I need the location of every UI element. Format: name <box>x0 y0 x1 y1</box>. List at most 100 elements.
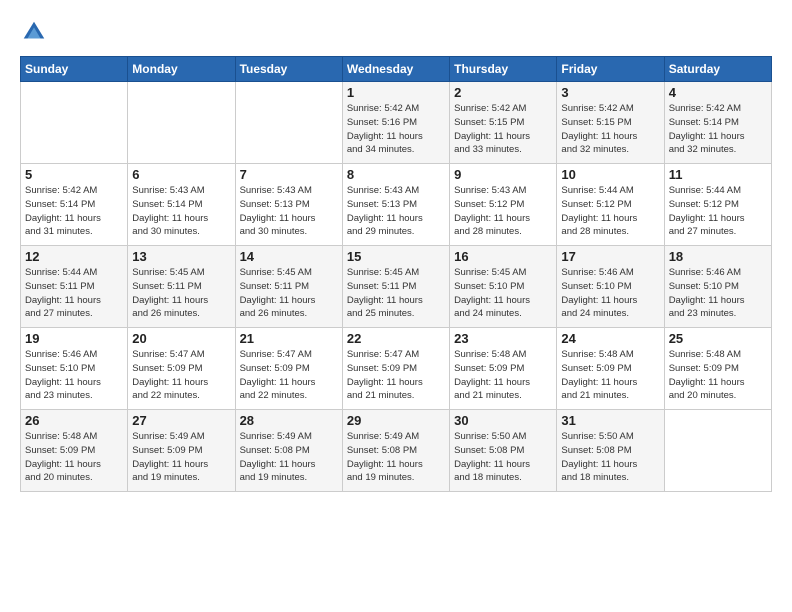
weekday-header-wednesday: Wednesday <box>342 57 449 82</box>
cell-day-number: 9 <box>454 167 552 182</box>
cell-day-number: 17 <box>561 249 659 264</box>
calendar-cell: 12 Sunrise: 5:44 AM Sunset: 5:11 PM Dayli… <box>21 246 128 328</box>
cell-info: Sunrise: 5:43 AM Sunset: 5:13 PM Dayligh… <box>347 184 445 239</box>
calendar-cell: 14Sunrise: 5:45 AM Sunset: 5:11 PM Dayli… <box>235 246 342 328</box>
cell-day-number: 28 <box>240 413 338 428</box>
cell-day-number: 31 <box>561 413 659 428</box>
logo <box>20 18 52 46</box>
cell-info: Sunrise: 5:44 AM Sunset: 5:12 PM Dayligh… <box>669 184 767 239</box>
cell-day-number: 15 <box>347 249 445 264</box>
cell-info: Sunrise: 5:50 AM Sunset: 5:08 PM Dayligh… <box>561 430 659 485</box>
calendar-header: SundayMondayTuesdayWednesdayThursdayFrid… <box>21 57 772 82</box>
cell-day-number: 23 <box>454 331 552 346</box>
cell-day-number: 7 <box>240 167 338 182</box>
calendar-cell: 20Sunrise: 5:47 AM Sunset: 5:09 PM Dayli… <box>128 328 235 410</box>
cell-info: Sunrise: 5:45 AM Sunset: 5:11 PM Dayligh… <box>132 266 230 321</box>
cell-info: Sunrise: 5:42 AM Sunset: 5:14 PM Dayligh… <box>669 102 767 157</box>
cell-day-number: 27 <box>132 413 230 428</box>
cell-day-number: 2 <box>454 85 552 100</box>
cell-day-number: 18 <box>669 249 767 264</box>
calendar-body: 1Sunrise: 5:42 AM Sunset: 5:16 PM Daylig… <box>21 82 772 492</box>
calendar-cell: 15 Sunrise: 5:45 AM Sunset: 5:11 PM Dayli… <box>342 246 449 328</box>
weekday-header-tuesday: Tuesday <box>235 57 342 82</box>
calendar-cell: 7 Sunrise: 5:43 AM Sunset: 5:13 PM Daylig… <box>235 164 342 246</box>
cell-info: Sunrise: 5:48 AM Sunset: 5:09 PM Dayligh… <box>669 348 767 403</box>
cell-info: Sunrise: 5:49 AM Sunset: 5:09 PM Dayligh… <box>132 430 230 485</box>
cell-info: Sunrise: 5:42 AM Sunset: 5:16 PM Dayligh… <box>347 102 445 157</box>
weekday-header-monday: Monday <box>128 57 235 82</box>
cell-info: Sunrise: 5:42 AM Sunset: 5:14 PM Dayligh… <box>25 184 123 239</box>
page: SundayMondayTuesdayWednesdayThursdayFrid… <box>0 0 792 612</box>
calendar-cell: 21 Sunrise: 5:47 AM Sunset: 5:09 PM Dayli… <box>235 328 342 410</box>
cell-info: Sunrise: 5:44 AM Sunset: 5:11 PM Dayligh… <box>25 266 123 321</box>
weekday-header-thursday: Thursday <box>450 57 557 82</box>
cell-info: Sunrise: 5:47 AM Sunset: 5:09 PM Dayligh… <box>240 348 338 403</box>
weekday-row: SundayMondayTuesdayWednesdayThursdayFrid… <box>21 57 772 82</box>
cell-info: Sunrise: 5:45 AM Sunset: 5:11 PM Dayligh… <box>347 266 445 321</box>
calendar-cell <box>664 410 771 492</box>
cell-info: Sunrise: 5:50 AM Sunset: 5:08 PM Dayligh… <box>454 430 552 485</box>
cell-day-number: 29 <box>347 413 445 428</box>
calendar-cell: 2Sunrise: 5:42 AM Sunset: 5:15 PM Daylig… <box>450 82 557 164</box>
cell-day-number: 8 <box>347 167 445 182</box>
cell-info: Sunrise: 5:46 AM Sunset: 5:10 PM Dayligh… <box>25 348 123 403</box>
cell-day-number: 10 <box>561 167 659 182</box>
calendar-cell: 23 Sunrise: 5:48 AM Sunset: 5:09 PM Dayli… <box>450 328 557 410</box>
cell-day-number: 16 <box>454 249 552 264</box>
calendar-cell: 3 Sunrise: 5:42 AM Sunset: 5:15 PM Daylig… <box>557 82 664 164</box>
cell-info: Sunrise: 5:43 AM Sunset: 5:13 PM Dayligh… <box>240 184 338 239</box>
calendar-week-4: 19 Sunrise: 5:46 AM Sunset: 5:10 PM Dayli… <box>21 328 772 410</box>
cell-day-number: 6 <box>132 167 230 182</box>
weekday-header-sunday: Sunday <box>21 57 128 82</box>
cell-info: Sunrise: 5:47 AM Sunset: 5:09 PM Dayligh… <box>347 348 445 403</box>
calendar-cell <box>128 82 235 164</box>
calendar-cell: 26 Sunrise: 5:48 AM Sunset: 5:09 PM Dayli… <box>21 410 128 492</box>
calendar-cell: 9 Sunrise: 5:43 AM Sunset: 5:12 PM Daylig… <box>450 164 557 246</box>
calendar-cell: 29 Sunrise: 5:49 AM Sunset: 5:08 PM Dayli… <box>342 410 449 492</box>
cell-info: Sunrise: 5:49 AM Sunset: 5:08 PM Dayligh… <box>347 430 445 485</box>
cell-info: Sunrise: 5:42 AM Sunset: 5:15 PM Dayligh… <box>561 102 659 157</box>
calendar-cell: 30 Sunrise: 5:50 AM Sunset: 5:08 PM Dayli… <box>450 410 557 492</box>
cell-day-number: 11 <box>669 167 767 182</box>
cell-day-number: 19 <box>25 331 123 346</box>
cell-day-number: 26 <box>25 413 123 428</box>
calendar-cell: 17 Sunrise: 5:46 AM Sunset: 5:10 PM Dayli… <box>557 246 664 328</box>
cell-day-number: 5 <box>25 167 123 182</box>
calendar-cell: 28 Sunrise: 5:49 AM Sunset: 5:08 PM Dayli… <box>235 410 342 492</box>
calendar-cell: 10Sunrise: 5:44 AM Sunset: 5:12 PM Dayli… <box>557 164 664 246</box>
header <box>20 18 772 46</box>
cell-day-number: 4 <box>669 85 767 100</box>
calendar-week-5: 26 Sunrise: 5:48 AM Sunset: 5:09 PM Dayli… <box>21 410 772 492</box>
calendar-cell: 1Sunrise: 5:42 AM Sunset: 5:16 PM Daylig… <box>342 82 449 164</box>
calendar-cell: 8 Sunrise: 5:43 AM Sunset: 5:13 PM Daylig… <box>342 164 449 246</box>
cell-info: Sunrise: 5:43 AM Sunset: 5:12 PM Dayligh… <box>454 184 552 239</box>
cell-info: Sunrise: 5:49 AM Sunset: 5:08 PM Dayligh… <box>240 430 338 485</box>
calendar-cell: 27 Sunrise: 5:49 AM Sunset: 5:09 PM Dayli… <box>128 410 235 492</box>
cell-info: Sunrise: 5:48 AM Sunset: 5:09 PM Dayligh… <box>454 348 552 403</box>
calendar-cell <box>235 82 342 164</box>
cell-day-number: 22 <box>347 331 445 346</box>
calendar-cell: 5 Sunrise: 5:42 AM Sunset: 5:14 PM Daylig… <box>21 164 128 246</box>
calendar-week-2: 5 Sunrise: 5:42 AM Sunset: 5:14 PM Daylig… <box>21 164 772 246</box>
cell-day-number: 30 <box>454 413 552 428</box>
cell-info: Sunrise: 5:46 AM Sunset: 5:10 PM Dayligh… <box>561 266 659 321</box>
cell-info: Sunrise: 5:48 AM Sunset: 5:09 PM Dayligh… <box>561 348 659 403</box>
calendar-week-3: 12 Sunrise: 5:44 AM Sunset: 5:11 PM Dayli… <box>21 246 772 328</box>
cell-day-number: 3 <box>561 85 659 100</box>
calendar-cell: 18Sunrise: 5:46 AM Sunset: 5:10 PM Dayli… <box>664 246 771 328</box>
calendar-cell: 22 Sunrise: 5:47 AM Sunset: 5:09 PM Dayli… <box>342 328 449 410</box>
calendar-cell <box>21 82 128 164</box>
cell-day-number: 25 <box>669 331 767 346</box>
calendar: SundayMondayTuesdayWednesdayThursdayFrid… <box>20 56 772 492</box>
calendar-cell: 19 Sunrise: 5:46 AM Sunset: 5:10 PM Dayli… <box>21 328 128 410</box>
cell-info: Sunrise: 5:48 AM Sunset: 5:09 PM Dayligh… <box>25 430 123 485</box>
cell-info: Sunrise: 5:45 AM Sunset: 5:10 PM Dayligh… <box>454 266 552 321</box>
cell-day-number: 14 <box>240 249 338 264</box>
logo-icon <box>20 18 48 46</box>
calendar-cell: 31 Sunrise: 5:50 AM Sunset: 5:08 PM Dayli… <box>557 410 664 492</box>
cell-day-number: 21 <box>240 331 338 346</box>
cell-day-number: 13 <box>132 249 230 264</box>
calendar-cell: 13 Sunrise: 5:45 AM Sunset: 5:11 PM Dayli… <box>128 246 235 328</box>
calendar-cell: 25 Sunrise: 5:48 AM Sunset: 5:09 PM Dayli… <box>664 328 771 410</box>
cell-day-number: 12 <box>25 249 123 264</box>
